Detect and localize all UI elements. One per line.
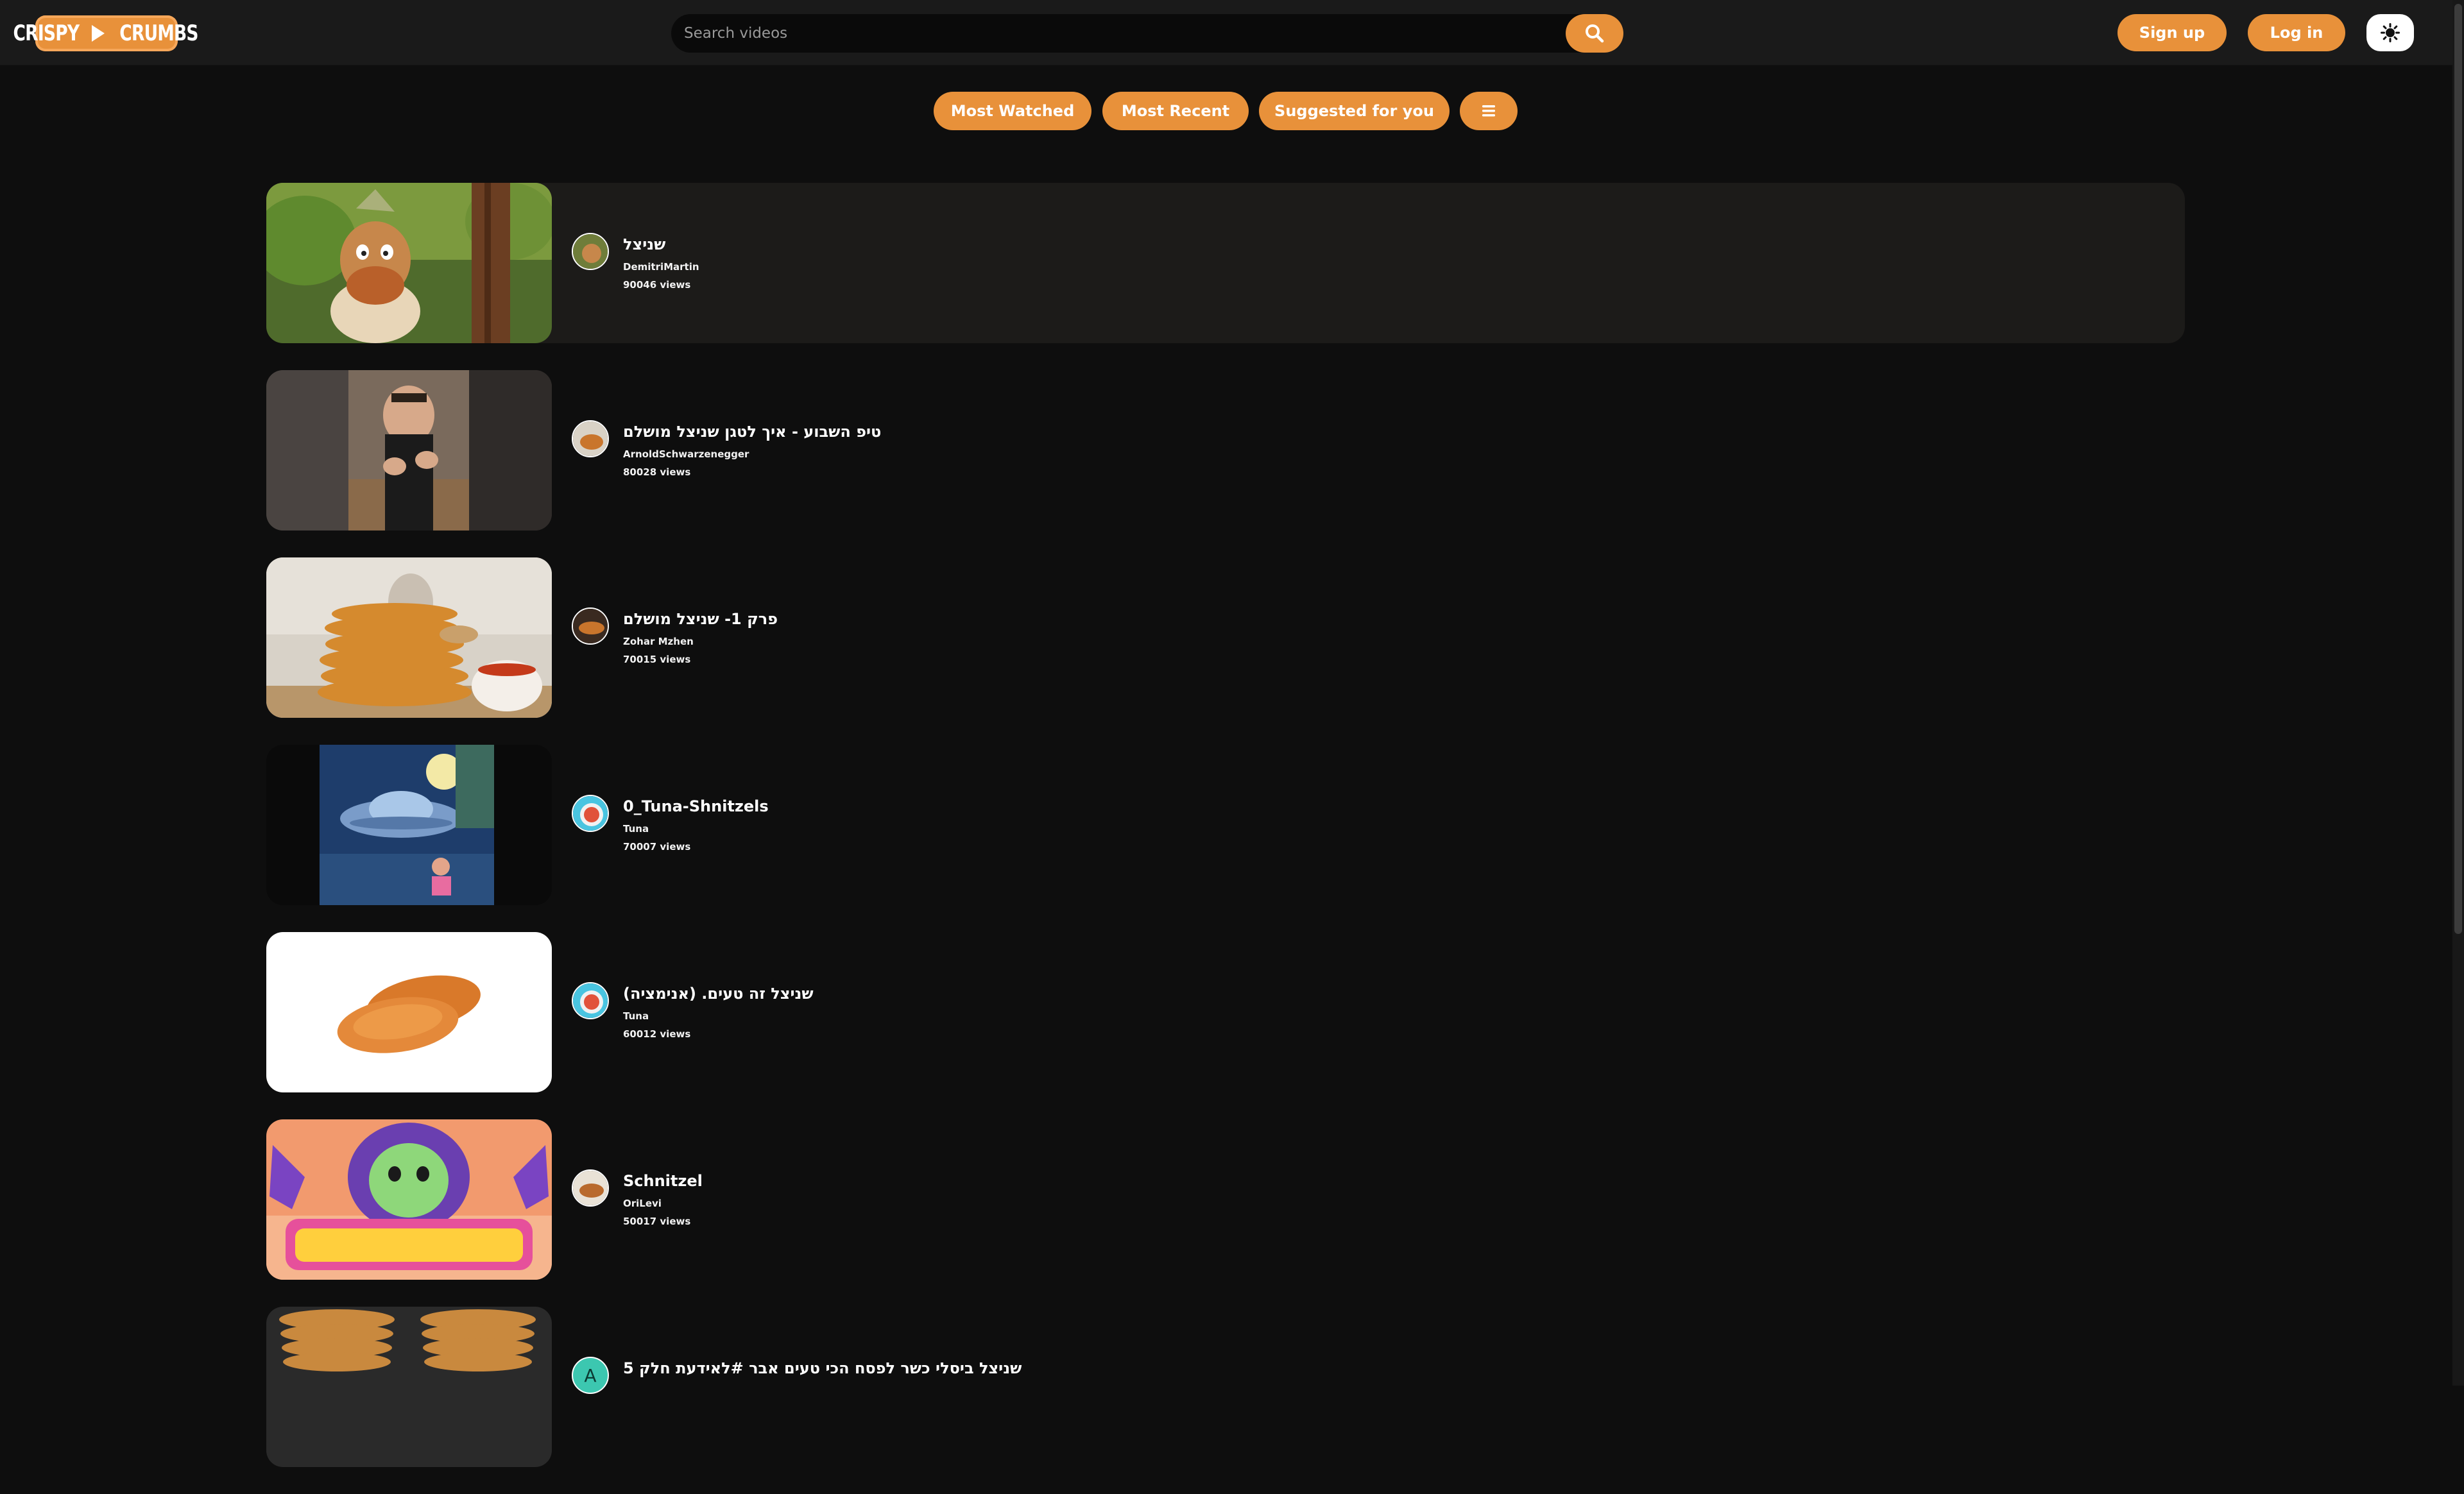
video-author[interactable]: Zohar Mzhen (623, 636, 694, 647)
video-author[interactable]: Tuna (623, 823, 649, 835)
video-title[interactable]: שניצל זה טעים. (אנימציה) (623, 985, 814, 1003)
video-row[interactable]: Schnitzel OriLevi 50017 views (266, 1119, 2185, 1280)
video-title[interactable]: שניצל (623, 235, 665, 253)
channel-avatar[interactable] (572, 982, 609, 1019)
theme-toggle-button[interactable] (2366, 14, 2414, 51)
video-row[interactable]: 0_Tuna-Shnitzels Tuna 70007 views (266, 745, 2185, 905)
filter-menu-button[interactable] (1460, 92, 1518, 130)
video-list: שניצל DemitriMartin 90046 views טיפ השבו… (266, 183, 2185, 1494)
channel-avatar[interactable] (572, 1169, 609, 1207)
page-scrollbar[interactable] (2452, 0, 2464, 1386)
logo-word-left: CRISPY (13, 21, 80, 46)
video-author[interactable]: Tuna (623, 1010, 649, 1022)
search-button[interactable] (1566, 14, 1623, 53)
channel-avatar[interactable] (572, 233, 609, 270)
menu-icon (1482, 105, 1495, 117)
channel-avatar[interactable] (572, 795, 609, 832)
play-icon (92, 25, 105, 42)
login-button[interactable]: Log in (2248, 14, 2345, 51)
video-row[interactable]: שניצל DemitriMartin 90046 views (266, 183, 2185, 343)
channel-avatar[interactable] (572, 420, 609, 457)
video-thumbnail[interactable] (266, 370, 552, 531)
sun-icon (2381, 23, 2400, 42)
video-thumbnail[interactable] (266, 183, 552, 343)
video-thumbnail[interactable] (266, 1119, 552, 1280)
filter-most-watched[interactable]: Most Watched (934, 92, 1091, 130)
video-title[interactable]: שניצל ביסלי כשר לפסח הכי טעים אבר #לאידע… (623, 1359, 1022, 1377)
top-header: CRISPY CRUMBS Sign up Log in (0, 0, 2452, 65)
signup-button[interactable]: Sign up (2118, 14, 2227, 51)
video-author[interactable]: OriLevi (623, 1198, 662, 1209)
video-row[interactable]: פרק 1- שניצל מושלם Zohar Mzhen 70015 vie… (266, 557, 2185, 718)
search-icon (1586, 24, 1604, 43)
video-views: 90046 views (623, 279, 691, 291)
channel-avatar[interactable] (572, 607, 609, 645)
site-logo[interactable]: CRISPY CRUMBS (13, 15, 199, 51)
video-thumbnail[interactable] (266, 557, 552, 718)
video-thumbnail[interactable] (266, 932, 552, 1092)
video-views: 60012 views (623, 1028, 691, 1040)
search-bar (671, 14, 1623, 53)
video-title[interactable]: טיפ השבוע - איך לטגן שניצל מושלם (623, 423, 881, 441)
video-title[interactable]: 0_Tuna-Shnitzels (623, 797, 769, 815)
scrollbar-thumb[interactable] (2454, 4, 2462, 934)
video-row[interactable]: שניצל זה טעים. (אנימציה) Tuna 60012 view… (266, 932, 2185, 1092)
video-views: 70015 views (623, 654, 691, 665)
channel-avatar[interactable]: A (572, 1357, 609, 1394)
video-views: 80028 views (623, 466, 691, 478)
video-views: 50017 views (623, 1216, 691, 1227)
video-thumbnail[interactable] (266, 1307, 552, 1467)
video-row[interactable]: טיפ השבוע - איך לטגן שניצל מושלם ArnoldS… (266, 370, 2185, 531)
filter-suggested-for-you[interactable]: Suggested for you (1259, 92, 1450, 130)
logo-word-right: CRUMBS (119, 21, 199, 46)
search-input[interactable] (683, 14, 1581, 53)
video-row[interactable]: A שניצל ביסלי כשר לפסח הכי טעים אבר #לאי… (266, 1307, 2185, 1467)
video-thumbnail[interactable] (266, 745, 552, 905)
filter-most-recent[interactable]: Most Recent (1102, 92, 1249, 130)
video-author[interactable]: DemitriMartin (623, 261, 699, 273)
video-author[interactable]: ArnoldSchwarzenegger (623, 448, 749, 460)
video-title[interactable]: Schnitzel (623, 1172, 703, 1190)
video-title[interactable]: פרק 1- שניצל מושלם (623, 610, 778, 628)
video-views: 70007 views (623, 841, 691, 853)
